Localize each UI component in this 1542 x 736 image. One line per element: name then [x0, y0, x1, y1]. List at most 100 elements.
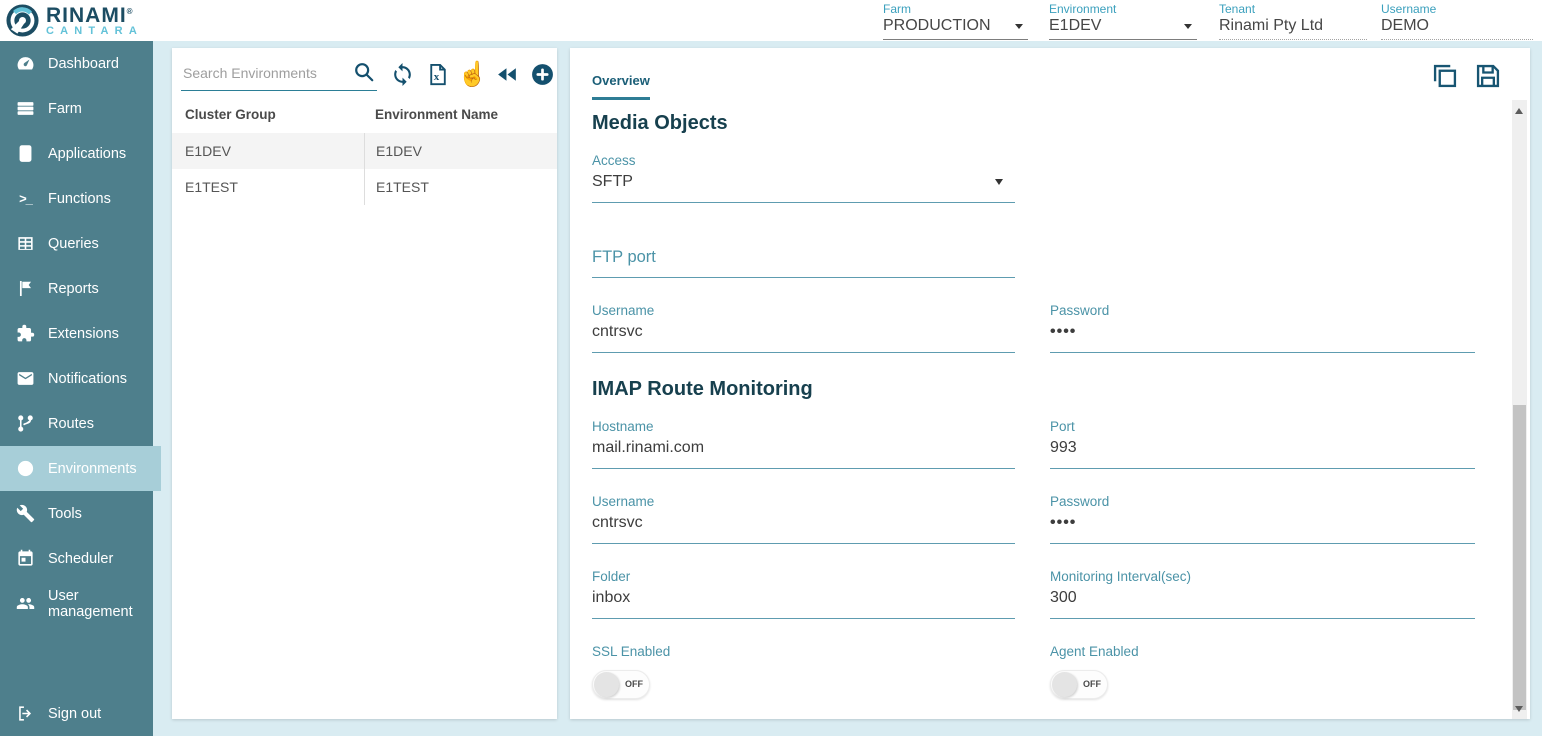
search-icon[interactable] [353, 61, 377, 85]
sidebar-item-label: Notifications [48, 371, 127, 387]
imap-username-input[interactable]: cntrsvc [592, 514, 1015, 544]
sidebar-item-farm[interactable]: Farm [0, 86, 153, 131]
brand-text: RINAMI® CANTARA [46, 3, 143, 38]
search-field[interactable] [181, 61, 377, 91]
hostname-input[interactable]: mail.rinami.com [592, 439, 1015, 469]
scroll-up-arrow-icon[interactable] [1515, 108, 1523, 114]
sidebar-item-label: Functions [48, 191, 111, 207]
sidebar-item-reports[interactable]: Reports [0, 266, 153, 311]
port-label: Port [1050, 419, 1475, 434]
media-password-input[interactable]: •••• [1050, 323, 1475, 353]
sidebar-item-user-management[interactable]: User management [0, 581, 153, 626]
agent-enabled-field: Agent Enabled OFF [1050, 644, 1475, 699]
sidebar-item-extensions[interactable]: Extensions [0, 311, 153, 356]
tenant-field: Tenant Rinami Pty Ltd [1219, 2, 1367, 40]
search-input[interactable] [181, 64, 353, 82]
routes-icon [16, 414, 35, 433]
sidebar-item-environments[interactable]: Environments [0, 446, 161, 491]
sidebar-item-notifications[interactable]: Notifications [0, 356, 153, 401]
ssl-enabled-label: SSL Enabled [592, 644, 1015, 659]
table-row[interactable]: E1DEV E1DEV [172, 133, 557, 169]
excel-export-icon[interactable]: x [424, 61, 451, 88]
extensions-icon [16, 324, 35, 343]
username-label: Username [592, 494, 1015, 509]
agent-enabled-toggle[interactable]: OFF [1050, 670, 1108, 699]
table-body: E1DEV E1DEV E1TEST E1TEST [172, 133, 557, 205]
access-select[interactable]: SFTP [592, 173, 1015, 203]
sidebar-item-label: Sign out [48, 706, 101, 722]
rewind-icon[interactable] [494, 61, 521, 88]
brand-name: RINAMI® [46, 3, 143, 25]
tenant-label: Tenant [1219, 2, 1367, 16]
environment-select[interactable]: Environment E1DEV [1049, 2, 1197, 40]
sidebar-item-applications[interactable]: Applications [0, 131, 153, 176]
sidebar-item-functions[interactable]: >_ Functions [0, 176, 153, 221]
scrollbar-thumb[interactable] [1513, 405, 1526, 710]
brand-logo[interactable]: RINAMI® CANTARA [5, 3, 143, 38]
ssl-enabled-field: SSL Enabled OFF [592, 644, 1015, 699]
imap-password-input[interactable]: •••• [1050, 514, 1475, 544]
sidebar-item-label: Tools [48, 506, 82, 522]
sign-out-button[interactable]: Sign out [0, 691, 153, 736]
port-input[interactable]: 993 [1050, 439, 1475, 469]
environment-value[interactable]: E1DEV [1049, 16, 1197, 40]
password-label: Password [1050, 494, 1475, 509]
cell-cluster-group[interactable]: E1TEST [172, 179, 364, 195]
panel-actions [1431, 62, 1502, 90]
media-username-input[interactable]: cntrsvc [592, 323, 1015, 353]
farm-value[interactable]: PRODUCTION [883, 16, 1028, 40]
chevron-down-icon [1184, 24, 1192, 29]
ftp-port-field: FTP port [592, 248, 1015, 278]
refresh-icon[interactable] [389, 61, 416, 88]
chevron-down-icon [995, 179, 1003, 185]
sidebar-item-label: User management [48, 588, 153, 620]
toggle-knob [594, 672, 619, 697]
sidebar-item-label: Environments [48, 461, 137, 477]
monitoring-interval-input[interactable]: 300 [1050, 589, 1475, 619]
add-icon[interactable] [529, 61, 556, 88]
folder-label: Folder [592, 569, 1015, 584]
cell-environment-name[interactable]: E1DEV [364, 133, 557, 169]
sidebar-item-label: Dashboard [48, 56, 119, 72]
port-field: Port 993 [1050, 419, 1475, 469]
user-management-icon [16, 594, 35, 613]
sidebar-item-tools[interactable]: Tools [0, 491, 153, 536]
list-actions: x ☝ [389, 61, 556, 88]
table-header: Cluster Group Environment Name [172, 95, 557, 133]
sidebar-item-label: Reports [48, 281, 99, 297]
table-row[interactable]: E1TEST E1TEST [172, 169, 557, 205]
sidebar-nav: Dashboard Farm Applications >_ Functions… [0, 41, 153, 736]
cell-cluster-group[interactable]: E1DEV [172, 143, 364, 159]
username-label: Username [592, 303, 1015, 318]
tab-overview[interactable]: Overview [592, 73, 650, 100]
ssl-enabled-toggle[interactable]: OFF [592, 670, 650, 699]
copy-icon[interactable] [1431, 62, 1459, 90]
section-title-media-objects: Media Objects [592, 112, 1530, 135]
sidebar-item-routes[interactable]: Routes [0, 401, 153, 446]
farm-icon [16, 99, 35, 118]
toggle-state: OFF [625, 671, 643, 698]
farm-select[interactable]: Farm PRODUCTION [883, 2, 1028, 40]
scrollbar[interactable] [1512, 100, 1527, 719]
brand-subname: CANTARA [46, 25, 143, 38]
sidebar-item-queries[interactable]: Queries [0, 221, 153, 266]
hand-pointer-icon[interactable]: ☝ [459, 61, 486, 88]
sidebar-item-label: Scheduler [48, 551, 113, 567]
sidebar-item-dashboard[interactable]: Dashboard [0, 41, 153, 86]
environment-toolbar: x ☝ [172, 48, 557, 91]
sidebar-item-scheduler[interactable]: Scheduler [0, 536, 153, 581]
ftp-port-input[interactable]: FTP port [592, 248, 1015, 278]
access-field: Access SFTP [592, 153, 1015, 203]
sidebar-item-label: Applications [48, 146, 126, 162]
save-icon[interactable] [1474, 62, 1502, 90]
dashboard-icon [16, 54, 35, 73]
cell-environment-name[interactable]: E1TEST [364, 169, 557, 205]
notifications-icon [16, 369, 35, 388]
folder-input[interactable]: inbox [592, 589, 1015, 619]
farm-label: Farm [883, 2, 1028, 16]
scroll-down-arrow-icon[interactable] [1515, 706, 1523, 712]
sidebar-item-label: Extensions [48, 326, 119, 342]
reports-icon [16, 279, 35, 298]
agent-enabled-label: Agent Enabled [1050, 644, 1475, 659]
hostname-field: Hostname mail.rinami.com [592, 419, 1015, 469]
